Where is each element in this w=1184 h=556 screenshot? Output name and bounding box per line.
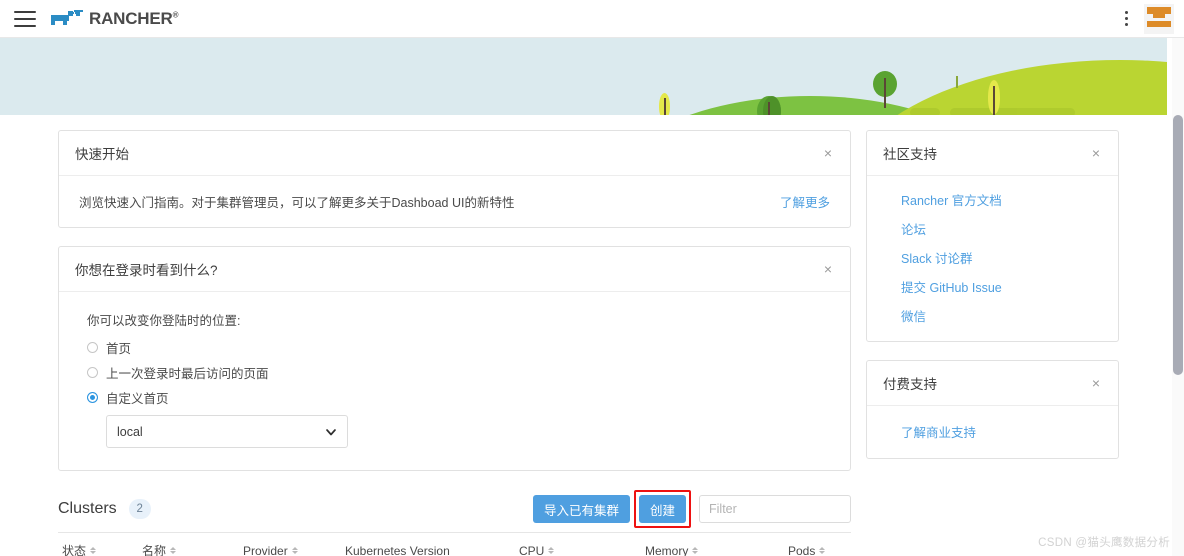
community-link-slack[interactable]: Slack 讨论群 (901, 248, 1098, 267)
column-label: 名称 (142, 544, 167, 556)
create-cluster-button[interactable]: 创建 (638, 495, 686, 523)
column-header-provider[interactable]: Provider (243, 532, 345, 556)
csdn-watermark: CSDN @猫头鹰数据分析 (1038, 537, 1170, 549)
logo-wordmark: RANCHER® (89, 8, 179, 29)
page-scrollbar-thumb[interactable] (1173, 115, 1183, 375)
column-label: 状态 (62, 544, 87, 556)
clusters-header: Clusters 2 导入已有集群 创建 (58, 489, 851, 529)
right-column: 社区支持 × Rancher 官方文档 论坛 Slack 讨论群 提交 GitH… (866, 130, 1119, 477)
custom-home-select[interactable]: local (106, 415, 348, 448)
commercial-support-link[interactable]: 了解商业支持 (901, 426, 976, 440)
community-link-github-issue[interactable]: 提交 GitHub Issue (901, 277, 1098, 296)
community-link-wechat[interactable]: 微信 (901, 306, 1098, 325)
radio-icon[interactable] (87, 342, 98, 353)
rancher-dashboard-page: RANCHER® 快速开始 × 浏览快速入门指南。对于集群管理员，可以了解更多关… (0, 0, 1184, 556)
login-preference-card: 你想在登录时看到什么? × 你可以改变你登陆时的位置: 首页 上一次登录时最后访… (58, 246, 851, 471)
import-existing-cluster-button[interactable]: 导入已有集群 (532, 495, 630, 523)
close-icon[interactable]: × (822, 143, 834, 163)
paid-support-card-header: 付费支持 × (867, 361, 1118, 406)
column-label: Kubernetes Version (345, 543, 450, 556)
paid-support-title: 付费支持 (883, 377, 937, 392)
topbar-right-actions (1118, 3, 1184, 34)
left-column: 快速开始 × 浏览快速入门指南。对于集群管理员，可以了解更多关于Dashboad… (58, 130, 851, 556)
hamburger-menu-icon[interactable] (14, 10, 36, 27)
column-label: CPU (519, 543, 545, 556)
create-button-highlight-box: 创建 (633, 490, 691, 528)
rancher-logo[interactable]: RANCHER® (50, 8, 179, 29)
learn-more-link[interactable]: 了解更多 (780, 192, 830, 211)
table-header-row: 状态 名称 Provider Kubernetes Version CPU Me… (58, 532, 851, 556)
sort-icon (692, 547, 699, 554)
community-link-forum[interactable]: 论坛 (901, 219, 1098, 238)
clusters-count-badge: 2 (128, 499, 151, 519)
radio-icon-selected[interactable] (87, 392, 98, 403)
cluster-filter-input[interactable] (699, 495, 851, 523)
column-header-status[interactable]: 状态 (58, 532, 142, 556)
radio-label: 自定义首页 (106, 392, 169, 406)
radio-label: 上一次登录时最后访问的页面 (106, 367, 269, 381)
login-preference-card-body: 你可以改变你登陆时的位置: 首页 上一次登录时最后访问的页面 自定义首页 loc… (59, 292, 850, 470)
paid-support-card: 付费支持 × 了解商业支持 (866, 360, 1119, 459)
login-preference-subtitle: 你可以改变你登陆时的位置: (87, 314, 241, 328)
radio-option-custom-home[interactable]: 自定义首页 (87, 388, 830, 407)
decorative-landscape-banner (0, 38, 1167, 115)
community-link-docs[interactable]: Rancher 官方文档 (901, 190, 1098, 209)
community-support-card-body: Rancher 官方文档 论坛 Slack 讨论群 提交 GitHub Issu… (867, 176, 1118, 341)
clusters-table-head: 状态 名称 Provider Kubernetes Version CPU Me… (58, 532, 851, 556)
logo-text: RANCHER (89, 8, 173, 28)
column-label: Provider (243, 543, 288, 556)
tree-sapling (956, 76, 958, 88)
login-preference-card-header: 你想在登录时看到什么? × (59, 247, 850, 292)
community-support-title: 社区支持 (883, 147, 937, 162)
logo-trademark: ® (172, 9, 179, 19)
page-scrollbar-track[interactable] (1172, 38, 1184, 556)
column-header-cpu[interactable]: CPU (519, 532, 645, 556)
column-header-kubernetes-version[interactable]: Kubernetes Version (345, 532, 519, 556)
quick-start-card: 快速开始 × 浏览快速入门指南。对于集群管理员，可以了解更多关于Dashboad… (58, 130, 851, 228)
quick-start-card-header: 快速开始 × (59, 131, 850, 176)
column-header-pods[interactable]: Pods (788, 532, 851, 556)
radio-option-last-visited[interactable]: 上一次登录时最后访问的页面 (87, 363, 830, 382)
vertical-dots-icon[interactable] (1118, 9, 1134, 29)
quick-start-description: 浏览快速入门指南。对于集群管理员，可以了解更多关于Dashboad UI的新特性 (79, 196, 515, 210)
select-value: local (117, 424, 143, 439)
clusters-actions: 导入已有集群 创建 (532, 490, 851, 528)
column-label: Pods (788, 543, 816, 556)
quick-start-card-body: 浏览快速入门指南。对于集群管理员，可以了解更多关于Dashboad UI的新特性… (59, 176, 850, 227)
close-icon[interactable]: × (822, 259, 834, 279)
community-support-card: 社区支持 × Rancher 官方文档 论坛 Slack 讨论群 提交 GitH… (866, 130, 1119, 342)
clusters-table: 状态 名称 Provider Kubernetes Version CPU Me… (58, 532, 851, 556)
paid-support-card-body: 了解商业支持 (867, 406, 1118, 458)
sort-icon (170, 547, 177, 554)
sort-icon (819, 547, 826, 554)
community-support-card-header: 社区支持 × (867, 131, 1118, 176)
column-label: Memory (645, 543, 689, 556)
chevron-down-icon (326, 428, 336, 435)
sort-icon (90, 547, 97, 554)
clusters-title: Clusters (58, 500, 117, 517)
close-icon[interactable]: × (1090, 373, 1102, 393)
main-content-area: 快速开始 × 浏览快速入门指南。对于集群管理员，可以了解更多关于Dashboad… (0, 115, 1167, 556)
login-preference-title: 你想在登录时看到什么? (75, 263, 218, 278)
radio-icon[interactable] (87, 367, 98, 378)
rancher-cow-icon (51, 10, 83, 25)
radio-label: 首页 (106, 342, 132, 356)
column-header-name[interactable]: 名称 (142, 532, 243, 556)
sort-icon (291, 547, 298, 554)
radio-option-home[interactable]: 首页 (87, 338, 830, 357)
sort-icon (548, 547, 555, 554)
quick-start-title: 快速开始 (75, 147, 129, 162)
close-icon[interactable]: × (1090, 143, 1102, 163)
user-avatar[interactable] (1144, 3, 1174, 34)
top-navigation-bar: RANCHER® (0, 0, 1184, 38)
column-header-memory[interactable]: Memory (645, 532, 788, 556)
